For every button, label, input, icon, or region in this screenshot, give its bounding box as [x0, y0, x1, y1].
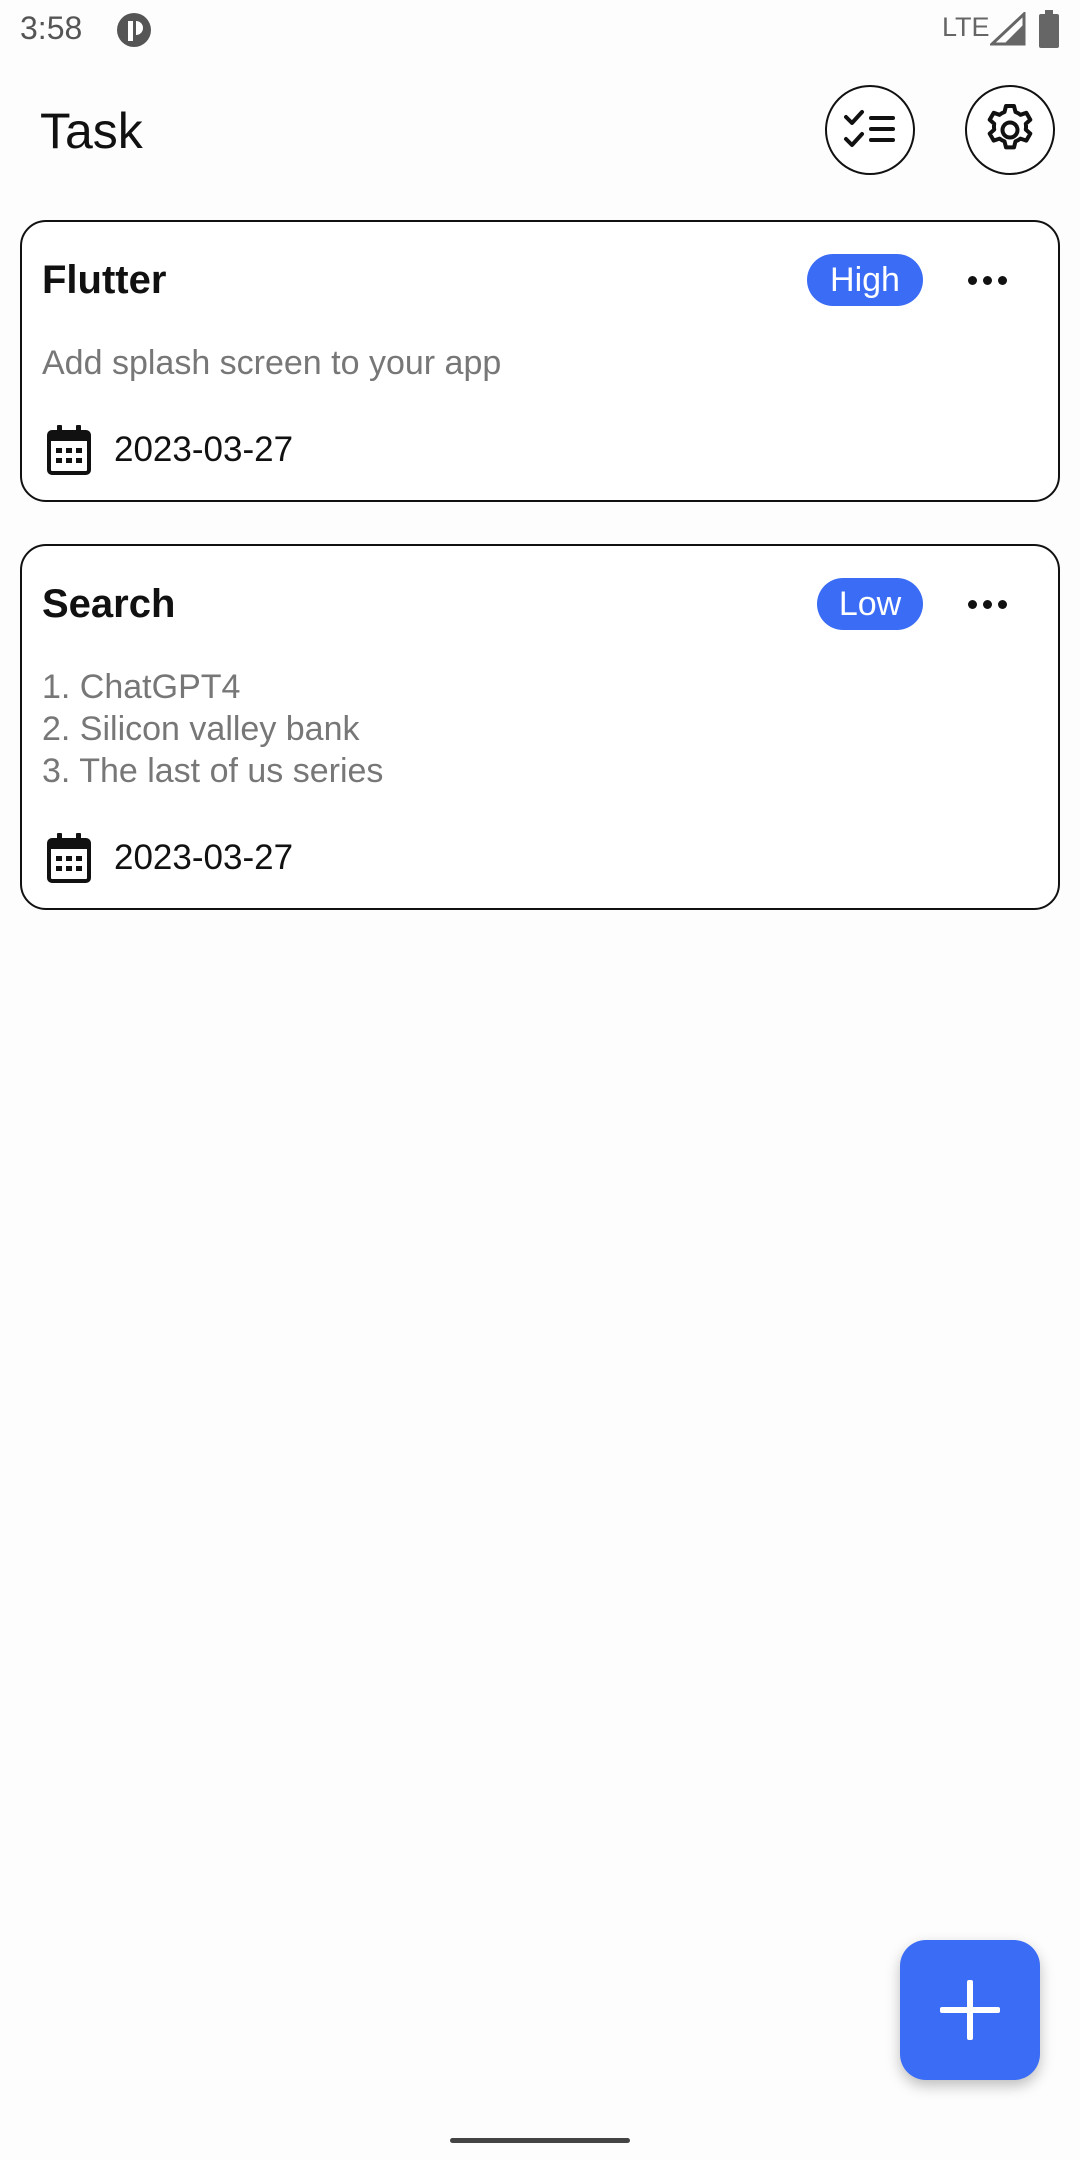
- calendar-icon: [47, 425, 91, 475]
- checklist-button[interactable]: [825, 85, 915, 175]
- description-line: 1. ChatGPT4: [42, 668, 241, 706]
- priority-badge: High: [807, 254, 923, 306]
- network-type: LTE: [942, 12, 990, 42]
- app-bar: Task: [0, 80, 1080, 190]
- more-horizontal-icon: [967, 275, 977, 285]
- description-line: 3. The last of us series: [42, 752, 384, 790]
- task-description: 1. ChatGPT4 2. Silicon valley bank 3. Th…: [42, 666, 1022, 792]
- task-card[interactable]: Search Low 1. ChatGPT4 2. Silicon valley…: [20, 544, 1060, 910]
- task-description: Add splash screen to your app: [42, 342, 1022, 384]
- more-options-button[interactable]: [957, 260, 1017, 300]
- status-time: 3:58: [20, 10, 83, 46]
- task-date: 2023-03-27: [114, 838, 294, 877]
- more-horizontal-icon: [967, 599, 977, 609]
- signal-icon: [990, 12, 1026, 46]
- screen: 3:58 LTE Task Flutter High Add splash sc…: [0, 0, 1080, 2160]
- task-title: Flutter: [42, 258, 167, 302]
- more-options-button[interactable]: [957, 584, 1017, 624]
- checklist-icon: [844, 110, 895, 147]
- page-title: Task: [40, 103, 143, 159]
- battery-icon: [1039, 10, 1059, 48]
- task-card[interactable]: Flutter High Add splash screen to your a…: [20, 220, 1060, 502]
- status-bar: 3:58 LTE: [0, 0, 1080, 60]
- date-row: 2023-03-27: [46, 830, 293, 886]
- description-line: 2. Silicon valley bank: [42, 710, 360, 748]
- navigation-handle[interactable]: [450, 2138, 630, 2143]
- calendar-icon: [47, 833, 91, 883]
- description-line: Add splash screen to your app: [42, 344, 502, 382]
- settings-button[interactable]: [965, 85, 1055, 175]
- plus-icon: [940, 1980, 1000, 2040]
- date-row: 2023-03-27: [46, 422, 293, 478]
- app-notification-icon: [117, 13, 151, 47]
- priority-badge: Low: [817, 578, 923, 630]
- task-title: Search: [42, 582, 176, 626]
- add-task-button[interactable]: [900, 1940, 1040, 2080]
- task-date: 2023-03-27: [114, 430, 294, 469]
- settings-gear-icon: [987, 104, 1033, 150]
